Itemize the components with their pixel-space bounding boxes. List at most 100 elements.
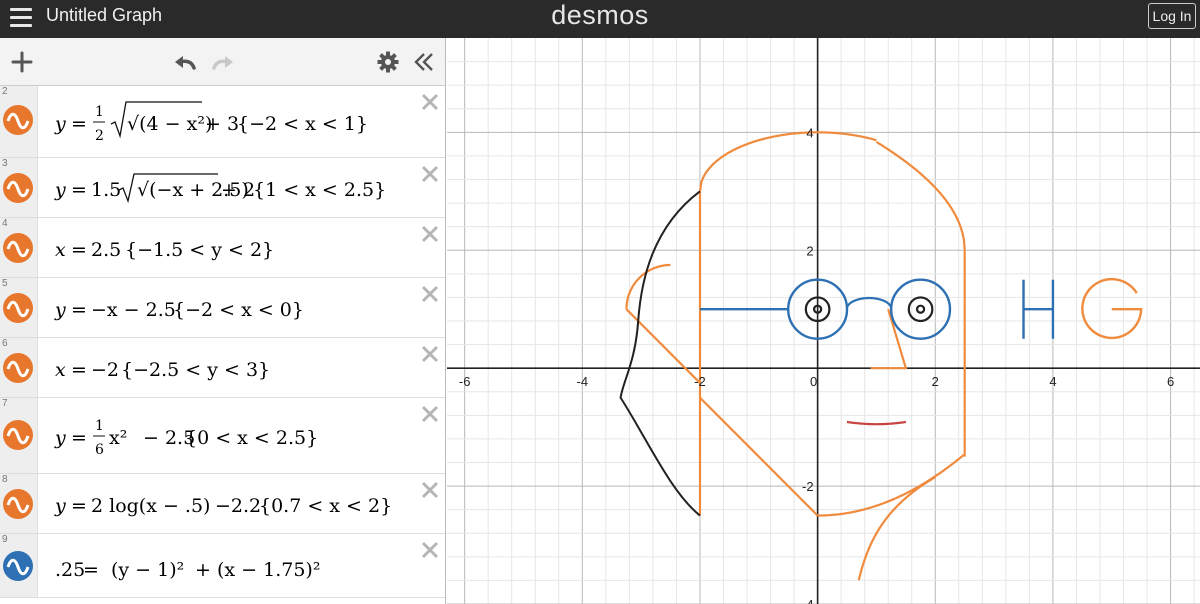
x-tick-label: -4 [577, 374, 589, 389]
login-button[interactable]: Log In [1148, 3, 1196, 29]
hair [619, 190, 701, 517]
top-bar: Untitled Graph desmos Log In [0, 0, 1200, 38]
svg-text:(y − 1)²: (y − 1)² [111, 559, 184, 581]
delete-expression-icon[interactable] [420, 344, 440, 364]
svg-text:{1 < x < 2.5}: {1 < x < 2.5} [253, 179, 386, 201]
head-right-curve [875, 140, 966, 251]
svg-text:=: = [71, 239, 87, 261]
right-pupil [915, 304, 926, 314]
expression-gutter: 6 [0, 338, 38, 397]
letter-h [1022, 279, 1055, 339]
desmos-logo: desmos [551, 0, 649, 30]
svg-text:x: x [55, 239, 66, 261]
expression-number: 6 [2, 338, 8, 349]
expression-row-5[interactable]: 5 y = −x − 2.5 {−2 < x < 0} [0, 278, 445, 338]
expression-number: 5 [2, 278, 8, 289]
graph-toggle-icon[interactable] [3, 551, 33, 581]
expression-math[interactable]: y = 1 6 x² − 2.5 {0 < x < 2.5} [54, 408, 375, 469]
menu-icon[interactable] [10, 8, 32, 28]
math-render: .25 = (y − 1)² + (x − 1.75)² [55, 559, 320, 581]
graph-toggle-icon[interactable] [3, 353, 33, 383]
gear-icon [377, 51, 399, 73]
collapse-panel-button[interactable] [410, 48, 438, 76]
math-render: y = 1 6 x² − 2.5 {0 < x < 2.5} [54, 418, 318, 458]
graph-toggle-icon[interactable] [3, 420, 33, 450]
head-top-curve [698, 131, 877, 192]
expression-toolbar [0, 38, 445, 86]
expression-math[interactable]: y = 1 2 √(4 − x²) + 3 {−2 < x < 1} [54, 94, 385, 155]
delete-expression-icon[interactable] [420, 92, 440, 112]
svg-text:1: 1 [95, 418, 104, 434]
expression-number: 7 [2, 398, 8, 409]
svg-text:2.5: 2.5 [91, 239, 121, 261]
grid [447, 38, 1200, 604]
redo-icon [212, 56, 233, 70]
right-lens [889, 278, 952, 340]
add-item-button[interactable] [8, 48, 36, 76]
letter-g [1081, 277, 1143, 340]
math-render: x = 2.5 {−1.5 < y < 2} [55, 239, 274, 261]
svg-text:+ 3: + 3 [205, 113, 239, 135]
expression-math[interactable]: y = 2 log(x − .5) −2.2 {0.7 < x < 2} [54, 482, 395, 531]
expression-gutter: 2 [0, 86, 38, 157]
svg-text:1.5: 1.5 [91, 179, 121, 201]
expression-row-9[interactable]: 9 .25 = (y − 1)² + (x − 1.75)² [0, 534, 445, 598]
graph-toggle-icon[interactable] [3, 105, 33, 135]
expression-row-2[interactable]: 2 y = 1 2 √(4 − x²) + 3 {−2 < x < 1} [0, 86, 445, 158]
expression-math[interactable]: y = −x − 2.5 {−2 < x < 0} [54, 286, 355, 335]
delete-expression-icon[interactable] [420, 480, 440, 500]
delete-expression-icon[interactable] [420, 224, 440, 244]
svg-text:{−1.5 < y < 2}: {−1.5 < y < 2} [125, 239, 274, 261]
tick-labels: -6 -4 -2 0 2 4 6 4 2 -2 -4 [459, 125, 1174, 604]
math-render: y = 2 log(x − .5) −2.2 {0.7 < x < 2} [54, 495, 392, 517]
y-tick-label: 4 [806, 125, 813, 140]
svg-text:−2.2: −2.2 [215, 495, 261, 517]
expression-math[interactable]: x = 2.5 {−1.5 < y < 2} [55, 226, 355, 275]
delete-expression-icon[interactable] [420, 284, 440, 304]
svg-text:x²: x² [109, 427, 127, 449]
graph-canvas[interactable]: -6 -4 -2 0 2 4 6 4 2 -2 -4 [447, 38, 1200, 604]
expression-gutter: 8 [0, 474, 38, 533]
expression-math[interactable]: y = 1.5 √(−x + 2.5) + 2 {1 < x < 2.5} [54, 166, 395, 217]
expression-gutter: 7 [0, 398, 38, 473]
redo-button[interactable] [208, 48, 238, 76]
undo-button[interactable] [170, 48, 200, 76]
svg-text:+ 2: + 2 [221, 179, 255, 201]
svg-text:{0 < x < 2.5}: {0 < x < 2.5} [185, 427, 318, 449]
graph-svg[interactable]: -6 -4 -2 0 2 4 6 4 2 -2 -4 [447, 38, 1200, 604]
graph-title[interactable]: Untitled Graph [46, 4, 162, 26]
glasses-bridge [845, 296, 893, 308]
expression-row-3[interactable]: 3 y = 1.5 √(−x + 2.5) + 2 {1 < x < 2.5} [0, 158, 445, 218]
expression-row-6[interactable]: 6 x = −2 {−2.5 < y < 3} [0, 338, 445, 398]
settings-button[interactable] [374, 48, 402, 76]
expression-gutter: 9 [0, 534, 38, 597]
expression-math[interactable]: x = −2 {−2.5 < y < 3} [55, 346, 355, 395]
delete-expression-icon[interactable] [420, 404, 440, 424]
svg-text:{0.7 < x < 2}: {0.7 < x < 2} [259, 495, 392, 517]
expression-row-7[interactable]: 7 y = 1 6 x² − 2.5 {0 < x < 2.5} [0, 398, 445, 474]
expression-math[interactable]: .25 = (y − 1)² + (x − 1.75)² [55, 544, 375, 595]
curves [619, 131, 1143, 581]
x-tick-label: 2 [932, 374, 939, 389]
expression-number: 4 [2, 218, 8, 229]
math-render: x = −2 {−2.5 < y < 3} [55, 359, 270, 381]
graph-toggle-icon[interactable] [3, 293, 33, 323]
delete-expression-icon[interactable] [420, 540, 440, 560]
graph-toggle-icon[interactable] [3, 489, 33, 519]
svg-text:−x − 2.5: −x − 2.5 [91, 299, 176, 321]
expression-row-4[interactable]: 4 x = 2.5 {−1.5 < y < 2} [0, 218, 445, 278]
x-tick-label: 6 [1167, 374, 1174, 389]
svg-text:=: = [71, 113, 87, 135]
x-tick-label: -2 [694, 374, 706, 389]
graph-toggle-icon[interactable] [3, 233, 33, 263]
svg-text:{−2 < x < 1}: {−2 < x < 1} [237, 113, 368, 135]
expression-gutter: 5 [0, 278, 38, 337]
expression-gutter: 3 [0, 158, 38, 217]
svg-text:+: + [195, 559, 211, 581]
undo-icon [175, 56, 196, 70]
math-render: y = −x − 2.5 {−2 < x < 0} [54, 299, 304, 321]
delete-expression-icon[interactable] [420, 164, 440, 184]
expression-row-8[interactable]: 8 y = 2 log(x − .5) −2.2 {0.7 < x < 2} [0, 474, 445, 534]
graph-toggle-icon[interactable] [3, 173, 33, 203]
svg-text:(x − 1.75)²: (x − 1.75)² [217, 559, 320, 581]
